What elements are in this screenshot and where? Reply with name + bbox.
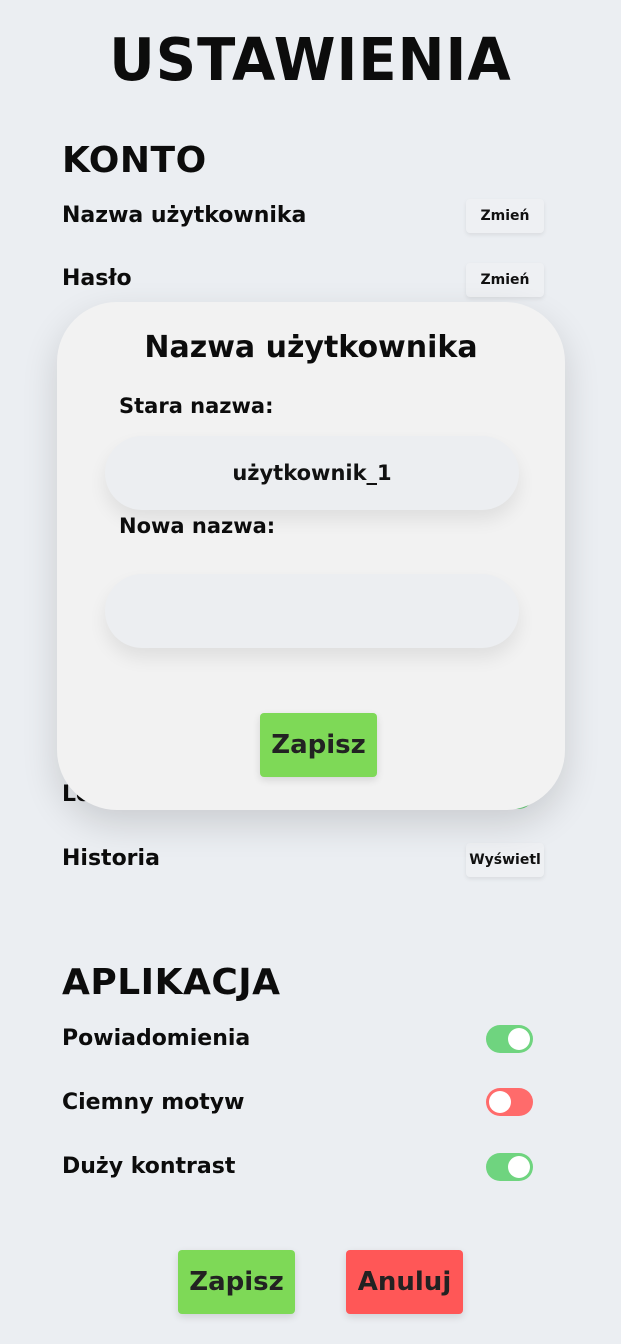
change-username-button[interactable]: Zmień: [466, 199, 544, 233]
toggle-knob: [489, 1091, 511, 1113]
dark-theme-toggle[interactable]: [486, 1088, 533, 1116]
username-label: Nazwa użytkownika: [62, 203, 307, 228]
page-title: USTAWIENIA: [109, 26, 512, 95]
view-history-button[interactable]: Wyświetl: [466, 843, 544, 877]
section-account-heading: KONTO: [62, 140, 207, 181]
old-username-label: Stara nazwa:: [119, 394, 274, 418]
high-contrast-label: Duży kontrast: [62, 1154, 236, 1179]
high-contrast-toggle[interactable]: [486, 1153, 533, 1181]
toggle-knob: [508, 1156, 530, 1178]
modal-save-button[interactable]: Zapisz: [260, 713, 377, 777]
cancel-button[interactable]: Anuluj: [346, 1250, 463, 1314]
change-password-button[interactable]: Zmień: [466, 263, 544, 297]
settings-page: USTAWIENIA KONTO Nazwa użytkownika Zmień…: [0, 0, 621, 1344]
notifications-toggle[interactable]: [486, 1025, 533, 1053]
notifications-label: Powiadomienia: [62, 1026, 251, 1051]
dark-theme-label: Ciemny motyw: [62, 1090, 245, 1115]
modal-title: Nazwa użytkownika: [144, 330, 478, 365]
new-username-input[interactable]: [105, 574, 519, 648]
history-label: Historia: [62, 846, 160, 871]
old-username-field: użytkownik_1: [105, 436, 519, 510]
password-label: Hasło: [62, 266, 132, 291]
save-button[interactable]: Zapisz: [178, 1250, 295, 1314]
change-username-modal: Nazwa użytkownika Stara nazwa: użytkowni…: [57, 302, 565, 810]
toggle-knob: [508, 1028, 530, 1050]
section-app-heading: APLIKACJA: [62, 962, 281, 1003]
new-username-label: Nowa nazwa:: [119, 514, 276, 538]
